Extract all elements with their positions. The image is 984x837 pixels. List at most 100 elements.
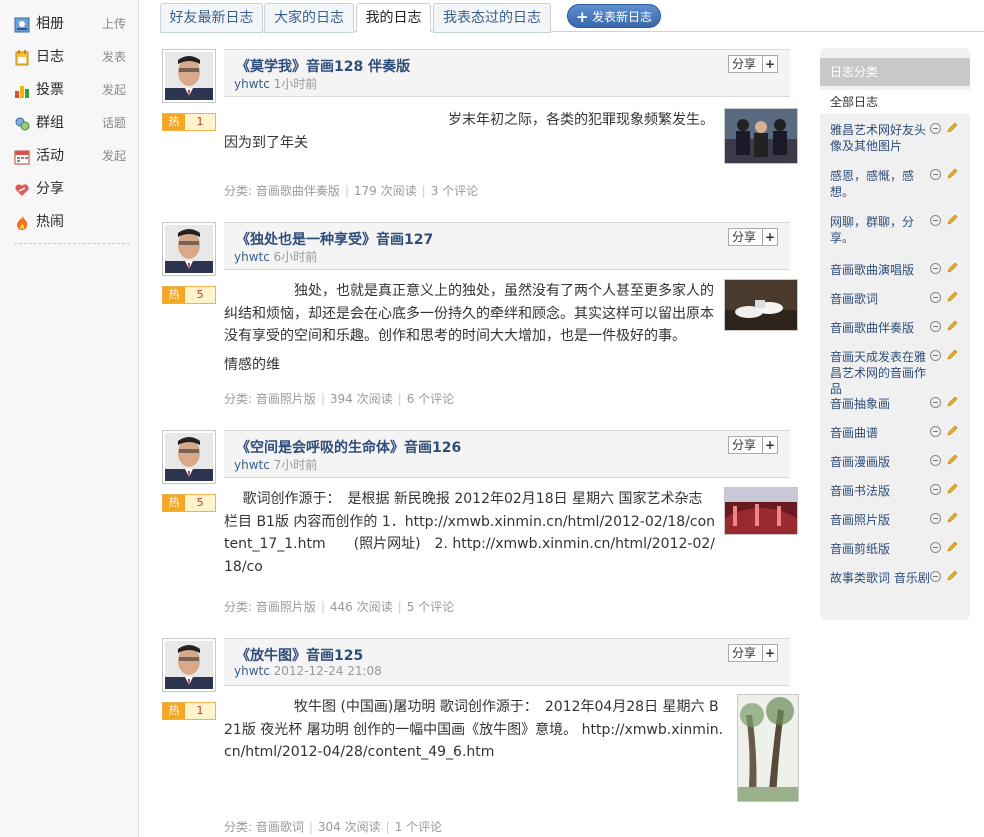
tab-reacted[interactable]: 我表态过的日志 — [433, 3, 551, 33]
category-link[interactable]: 音画天成发表在雅昌艺术网的音画作品 — [830, 349, 930, 397]
comment-count[interactable]: 3 个评论 — [431, 184, 478, 198]
pencil-icon[interactable] — [946, 168, 958, 180]
remove-icon[interactable] — [930, 571, 941, 582]
category-link[interactable]: 故事类歌词 音乐剧 — [830, 570, 930, 586]
nav-action-link[interactable]: 上传 — [102, 13, 126, 35]
nav-action-link[interactable]: 发起 — [102, 79, 126, 101]
pencil-icon[interactable] — [946, 291, 958, 303]
nav-item-album[interactable]: 相册 上传 — [14, 13, 130, 35]
pencil-icon[interactable] — [946, 425, 958, 437]
avatar[interactable] — [162, 430, 216, 484]
pencil-icon[interactable] — [946, 483, 958, 495]
share-label: 分享 — [732, 646, 757, 660]
pencil-icon[interactable] — [946, 214, 958, 226]
author-link[interactable]: yhwtc — [234, 458, 270, 472]
new-post-button[interactable]: + 发表新日志 — [567, 4, 661, 28]
post-title[interactable]: 《放牛图》音画125 — [236, 645, 363, 665]
post-category[interactable]: 分类: 音画歌曲伴奏版 — [224, 184, 340, 198]
remove-icon[interactable] — [930, 169, 941, 180]
nav-item-vote[interactable]: 投票 发起 — [14, 79, 130, 101]
post-category[interactable]: 分类: 音画照片版 — [224, 392, 316, 406]
avatar[interactable] — [162, 638, 216, 692]
author-link[interactable]: yhwtc — [234, 250, 270, 264]
remove-icon[interactable] — [930, 397, 941, 408]
category-link[interactable]: 音画漫画版 — [830, 454, 930, 470]
remove-icon[interactable] — [930, 321, 941, 332]
category-link[interactable]: 网聊，群聊，分享。 — [830, 214, 930, 246]
category-link[interactable]: 音画歌曲演唱版 — [830, 262, 930, 278]
tab-friends-latest[interactable]: 好友最新日志 — [160, 3, 263, 33]
category-all[interactable]: 全部日志 — [820, 90, 970, 114]
category-link[interactable]: 音画曲谱 — [830, 425, 930, 441]
nav-item-journal[interactable]: 日志 发表 — [14, 46, 130, 68]
remove-icon[interactable] — [930, 215, 941, 226]
category-actions — [930, 262, 958, 276]
post-title[interactable]: 《空间是会呼吸的生命体》音画126 — [236, 437, 461, 457]
nav-action-link[interactable]: 发起 — [102, 145, 126, 167]
post-title[interactable]: 《独处也是一种享受》音画127 — [236, 229, 433, 249]
comment-count[interactable]: 1 个评论 — [395, 820, 442, 834]
pencil-icon[interactable] — [946, 512, 958, 524]
nav-item-hot[interactable]: 热闹 — [14, 211, 130, 233]
category-link[interactable]: 音画歌词 — [830, 291, 930, 307]
nav-action-link[interactable]: 发表 — [102, 46, 126, 68]
nav-item-share[interactable]: 分享 — [14, 178, 130, 200]
thumbnail-image — [725, 109, 797, 163]
category-link[interactable]: 雅昌艺术网好友头像及其他图片 — [830, 122, 930, 154]
share-button[interactable]: 分享 + — [728, 436, 778, 454]
category-actions — [930, 570, 958, 584]
remove-icon[interactable] — [930, 455, 941, 466]
pencil-icon[interactable] — [946, 320, 958, 332]
tab-everyone[interactable]: 大家的日志 — [264, 3, 354, 33]
pencil-icon[interactable] — [946, 396, 958, 408]
share-button[interactable]: 分享 + — [728, 644, 778, 662]
remove-icon[interactable] — [930, 350, 941, 361]
post-meta: yhwtc 7小时前 — [234, 456, 317, 473]
share-button[interactable]: 分享 + — [728, 55, 778, 73]
remove-icon[interactable] — [930, 263, 941, 274]
pencil-icon[interactable] — [946, 349, 958, 361]
remove-icon[interactable] — [930, 513, 941, 524]
post-title[interactable]: 《莫学我》音画128 伴奏版 — [236, 56, 410, 76]
remove-icon[interactable] — [930, 426, 941, 437]
remove-icon[interactable] — [930, 484, 941, 495]
vote-icon — [15, 86, 29, 98]
tab-my-journal[interactable]: 我的日志 — [356, 3, 431, 33]
share-button[interactable]: 分享 + — [728, 228, 778, 246]
category-link[interactable]: 音画歌曲伴奏版 — [830, 320, 930, 336]
post-thumbnail[interactable] — [724, 279, 798, 331]
post-category[interactable]: 分类: 音画歌词 — [224, 820, 304, 834]
comment-count[interactable]: 5 个评论 — [407, 600, 454, 614]
category-all-label[interactable]: 全部日志 — [830, 93, 878, 110]
author-link[interactable]: yhwtc — [234, 664, 270, 678]
category-link[interactable]: 音画书法版 — [830, 483, 930, 499]
pencil-icon[interactable] — [946, 122, 958, 134]
avatar[interactable] — [162, 49, 216, 103]
comment-count[interactable]: 6 个评论 — [407, 392, 454, 406]
post-category[interactable]: 分类: 音画照片版 — [224, 600, 316, 614]
post-thumbnail[interactable] — [724, 108, 798, 164]
nav-item-group[interactable]: 群组 话题 — [14, 112, 130, 134]
post-item: 热 1 《放牛图》音画125 yhwtc 2012-12-24 21:08 分享… — [161, 638, 801, 837]
category-actions — [930, 483, 958, 497]
author-link[interactable]: yhwtc — [234, 77, 270, 91]
nav-action-link[interactable]: 话题 — [102, 112, 126, 134]
category-link[interactable]: 音画剪纸版 — [830, 541, 930, 557]
pencil-icon[interactable] — [946, 570, 958, 582]
pencil-icon[interactable] — [946, 262, 958, 274]
remove-icon[interactable] — [930, 292, 941, 303]
plus-icon: + — [576, 8, 589, 26]
remove-icon[interactable] — [930, 542, 941, 553]
post-thumbnail[interactable] — [724, 487, 798, 535]
category-link[interactable]: 音画抽象画 — [830, 396, 930, 412]
pencil-icon[interactable] — [946, 541, 958, 553]
category-link[interactable]: 音画照片版 — [830, 512, 930, 528]
nav-item-activity[interactable]: 活动 发起 — [14, 145, 130, 167]
pencil-icon[interactable] — [946, 454, 958, 466]
post-thumbnail[interactable] — [737, 694, 799, 802]
avatar[interactable] — [162, 222, 216, 276]
remove-icon[interactable] — [930, 123, 941, 134]
category-link[interactable]: 感恩，感慨，感想。 — [830, 168, 930, 200]
post-footer: 分类: 音画歌曲伴奏版 | 179 次阅读 | 3 个评论 — [224, 184, 479, 198]
post-header: 《放牛图》音画125 yhwtc 2012-12-24 21:08 分享 + — [224, 638, 790, 686]
